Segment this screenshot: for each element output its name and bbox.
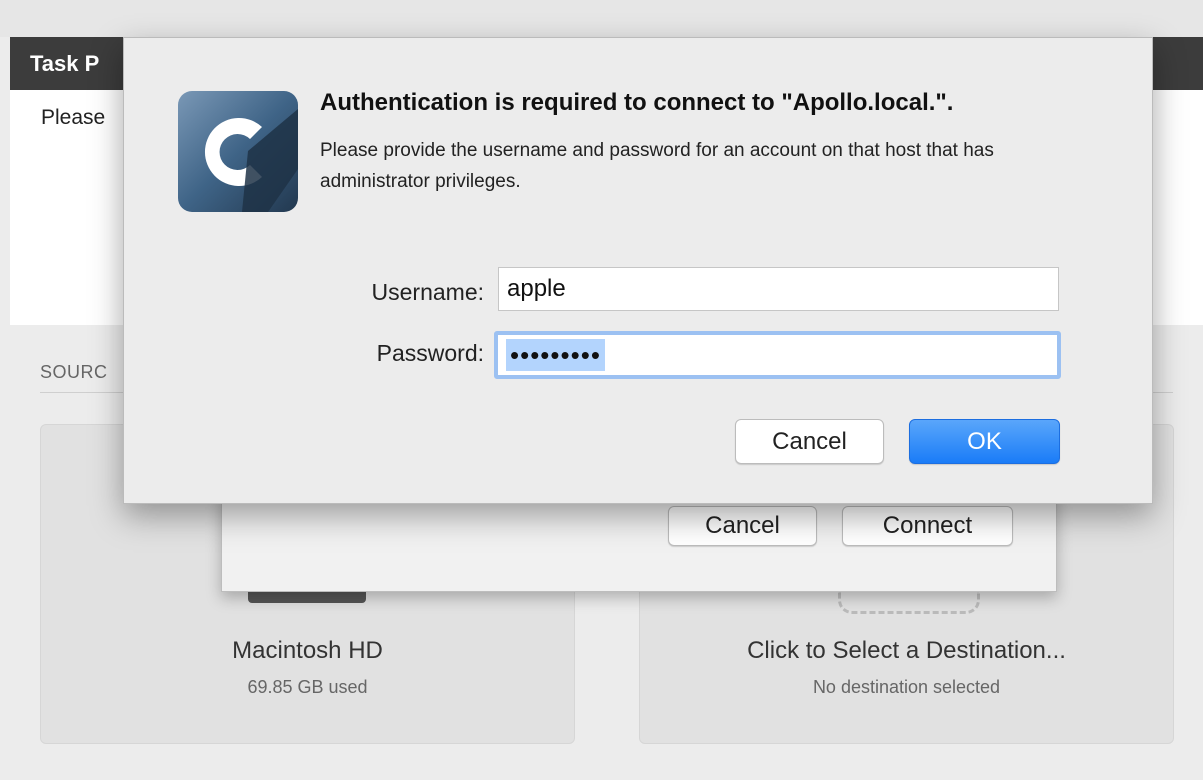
password-label: Password: — [376, 340, 484, 366]
app-icon — [178, 91, 298, 212]
dialog-message: Please provide the username and password… — [320, 140, 994, 192]
top-strip — [0, 0, 1203, 37]
source-name: Macintosh HD — [232, 637, 383, 664]
dialog-heading: Authentication is required to connect to… — [320, 89, 954, 116]
username-field[interactable] — [498, 267, 1059, 311]
password-mask: ••••••••• — [506, 339, 605, 371]
password-field[interactable]: ••••••••• — [494, 331, 1061, 379]
destination-status: No destination selected — [812, 677, 1001, 697]
window-title: Task P — [30, 51, 100, 76]
task-prompt-text: Please — [41, 106, 106, 129]
destination-name: Click to Select a Destination... — [747, 637, 1066, 664]
destination-placeholder-icon — [838, 589, 980, 614]
connect-sheet: Cancel Connect — [221, 490, 1057, 592]
source-usage: 69.85 GB used — [247, 677, 368, 697]
username-label: Username: — [371, 279, 484, 305]
connect-cancel-button[interactable]: Cancel — [668, 506, 817, 546]
cancel-button[interactable]: Cancel — [735, 419, 884, 464]
source-section-label: SOURC — [40, 362, 108, 382]
authentication-dialog: Authentication is required to connect to… — [123, 37, 1153, 504]
connect-button[interactable]: Connect — [842, 506, 1013, 546]
ok-button[interactable]: OK — [909, 419, 1060, 464]
